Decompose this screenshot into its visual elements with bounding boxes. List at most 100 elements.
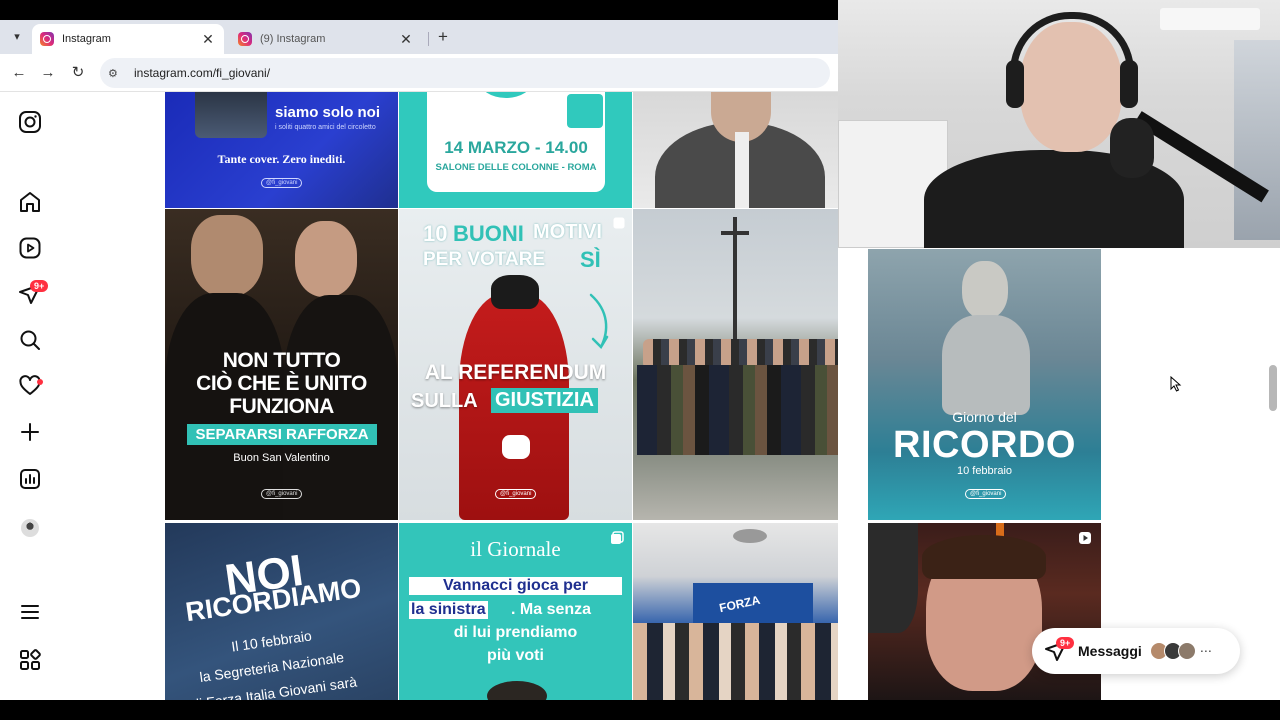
avatar [1177, 642, 1196, 660]
create-plus-icon[interactable] [18, 420, 42, 444]
post-tile[interactable]: 10 BUONI MOTIVI PER VOTARE SÌ AL REFEREN… [399, 209, 632, 520]
post-handle: @fi_giovani [495, 489, 537, 499]
post-photo-cross [733, 217, 737, 357]
reels-icon[interactable] [18, 236, 42, 260]
post-line: FUNZIONA [229, 395, 334, 418]
forward-arrow-icon[interactable]: → [37, 62, 59, 84]
post-banner: Vannacci gioca per [409, 577, 622, 595]
post-line: CIÒ CHE È UNITO [196, 372, 367, 395]
messages-badge: 9+ [30, 280, 49, 292]
post-number: 10 [423, 221, 448, 246]
post-title: siamo solo noi [275, 104, 381, 121]
post-line-wrap: SULLA GIUSTIZIA [409, 388, 629, 414]
menu-icon[interactable] [18, 600, 42, 624]
webcam-microphone [1110, 118, 1154, 178]
scrollbar-thumb[interactable] [1269, 365, 1277, 411]
post-line: più voti [487, 647, 544, 664]
post-photo-face [295, 221, 357, 297]
instagram-sidebar: 9+ [0, 92, 60, 700]
post-photo-group [633, 339, 838, 489]
post-banner: GIUSTIZIA [491, 388, 598, 413]
post-photo-hair [922, 535, 1046, 579]
browser-window: ▾ Instagram ✕ (9) Instagram ✕ + ← → ↻ ⚙ … [0, 20, 838, 700]
post-place: SALONE DELLE COLONNE - ROMA [435, 162, 597, 173]
carousel-icon [613, 217, 625, 229]
reload-icon[interactable]: ↻ [67, 62, 89, 84]
webcam-overlay [838, 0, 1280, 248]
messages-label: Messaggi [1078, 643, 1142, 659]
webcam-shelf [1234, 40, 1280, 240]
post-tile[interactable]: NON TUTTO CIÒ CHE È UNITO FUNZIONA SEPAR… [165, 209, 398, 520]
instagram-favicon-icon [40, 32, 54, 46]
post-photo-face [962, 261, 1008, 319]
ceiling-light [733, 529, 767, 543]
post-tile[interactable]: 14 MARZO - 14.00 SALONE DELLE COLONNE - … [399, 92, 632, 208]
post-photo-group [633, 623, 838, 700]
arrow-decoration-icon [589, 293, 609, 350]
post-photo-gloves [502, 435, 530, 459]
post-photo-shirt [735, 132, 749, 208]
webcam-headphone-cup [1120, 60, 1138, 108]
reel-video-icon [1079, 532, 1091, 544]
post-photo-person [868, 523, 918, 633]
post-photo-face [191, 215, 263, 297]
post-highlight: BUONI [453, 221, 524, 246]
url-text: instagram.com/fi_giovani/ [134, 66, 271, 80]
bottom-letterbox [0, 700, 1280, 720]
post-handle: @fi_giovani [261, 489, 303, 499]
new-tab-button[interactable]: + [432, 26, 454, 48]
post-line: SULLA [411, 390, 478, 412]
post-tile[interactable]: siamo solo noi i soliti quattro amici de… [165, 92, 398, 208]
post-line: . Ma senza [511, 601, 592, 618]
home-icon[interactable] [18, 190, 42, 214]
post-tile[interactable]: FORZA [633, 523, 838, 700]
post-banner: la sinistra [409, 601, 488, 619]
post-headline: RICORDO [893, 424, 1076, 466]
post-subtitle: i soliti quattro amici del circoletto [275, 124, 376, 131]
search-icon[interactable] [18, 328, 42, 352]
post-date: 10 febbraio [956, 465, 1013, 477]
tab-instagram[interactable]: Instagram ✕ [32, 24, 224, 54]
tab-search-chevron-icon[interactable]: ▾ [6, 26, 28, 48]
tab-close-icon[interactable]: ✕ [200, 31, 216, 48]
tab-divider [428, 32, 429, 46]
site-info-icon[interactable]: ⚙ [108, 67, 126, 80]
tab-close-icon[interactable]: ✕ [398, 31, 414, 48]
post-tile-ricordo[interactable]: Giorno del RICORDO 10 febbraio @fi_giova… [868, 249, 1101, 520]
post-line-wrap: la sinistra . Ma senza [407, 601, 627, 623]
post-photo-cross [721, 231, 749, 235]
back-arrow-icon[interactable]: ← [8, 62, 30, 84]
group-bodies [637, 365, 838, 455]
post-photo-head [487, 681, 547, 700]
messages-badge: 9+ [1056, 637, 1075, 649]
dashboard-icon[interactable] [18, 467, 42, 491]
address-bar[interactable]: ⚙ instagram.com/fi_giovani/ [100, 58, 830, 88]
instagram-logo-icon[interactable] [18, 110, 42, 134]
instagram-page: 9+ siamo solo noi i soliti quattro amici… [0, 92, 838, 700]
tab-title: (9) Instagram [260, 33, 326, 45]
webcam-ac-unit [1160, 8, 1260, 30]
post-tile[interactable]: NOI RICORDIAMO Il 10 febbraio la Segrete… [165, 523, 398, 700]
notification-dot [37, 379, 43, 385]
webcam-headphones [1010, 12, 1134, 92]
messages-drawer-button[interactable]: Messaggi ⋯ [1032, 628, 1240, 674]
post-handle: @fi_giovani [261, 178, 303, 188]
apps-grid-icon[interactable] [18, 648, 42, 672]
post-headline: 10 BUONI MOTIVI PER VOTARE SÌ [423, 221, 613, 281]
post-tile[interactable] [633, 209, 838, 520]
profile-avatar[interactable] [21, 519, 39, 537]
post-tile[interactable]: il Giornale Vannacci gioca per la sinist… [399, 523, 632, 700]
post-line: AL REFERENDUM [424, 361, 607, 384]
post-tile[interactable] [633, 92, 838, 208]
post-handle: @fi_giovani [965, 489, 1007, 499]
post-photo-dress [942, 315, 1030, 415]
post-brand: il Giornale [470, 537, 561, 561]
post-logo [567, 94, 603, 128]
heart-icon[interactable] [18, 374, 42, 398]
more-icon: ⋯ [1199, 644, 1212, 658]
post-line: NON TUTTO [222, 349, 341, 372]
tab-instagram-notifications[interactable]: (9) Instagram ✕ [230, 24, 422, 54]
post-subtitle: Buon San Valentino [233, 452, 330, 464]
instagram-favicon-icon [238, 32, 252, 46]
post-date: 14 MARZO - 14.00 [444, 138, 588, 157]
